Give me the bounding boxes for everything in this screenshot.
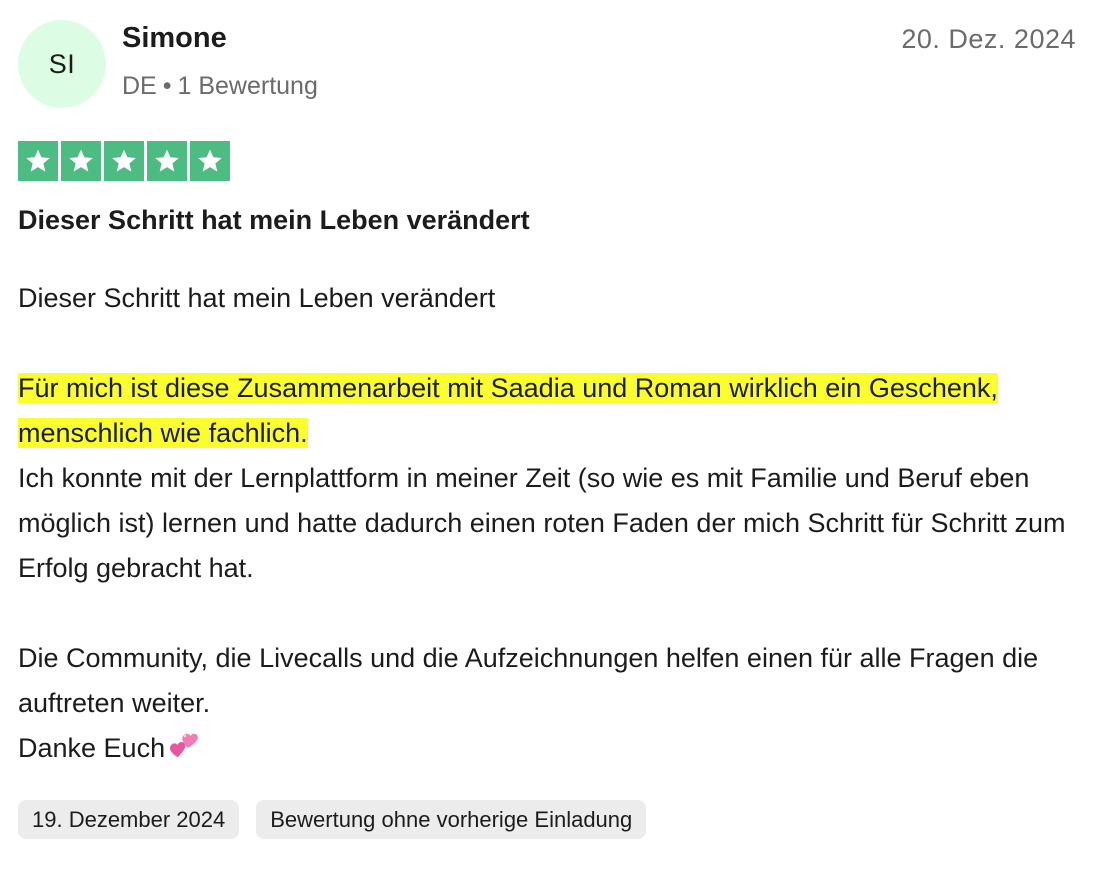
review-card: SI Simone DE • 1 Bewertung 20. Dez. 2024 D… (0, 0, 1114, 872)
avatar[interactable]: SI (18, 20, 106, 108)
star-icon (147, 141, 187, 181)
two-hearts-icon (169, 728, 199, 773)
review-paragraph-1: Ich konnte mit der Lernplattform in mein… (18, 463, 1066, 583)
meta-separator: • (162, 72, 172, 100)
review-date: 20. Dez. 2024 (901, 24, 1076, 54)
reviewer-country: DE (122, 72, 157, 100)
review-closing-line: Danke Euch (18, 726, 1088, 773)
review-intro: Dieser Schritt hat mein Leben verändert (18, 283, 496, 313)
star-rating (18, 141, 230, 181)
star-icon (18, 141, 58, 181)
star-icon (61, 141, 101, 181)
reviewer-review-count: 1 Bewertung (177, 72, 318, 100)
reviewer-name[interactable]: Simone (122, 22, 227, 55)
star-icon (104, 141, 144, 181)
review-closing: Danke Euch (18, 733, 166, 763)
review-title: Dieser Schritt hat mein Leben verändert (18, 205, 530, 235)
highlighted-text: Für mich ist diese Zusammenarbeit mit Sa… (18, 373, 998, 448)
invitation-status-tag[interactable]: Bewertung ohne vorherige Einladung (256, 800, 647, 839)
review-body: Dieser Schritt hat mein Leben verändert … (18, 276, 1088, 773)
review-highlight-paragraph: Für mich ist diese Zusammenarbeit mit Sa… (18, 366, 1088, 456)
review-paragraph-2: Die Community, die Livecalls und die Auf… (18, 643, 1039, 718)
reviewer-meta: DE • 1 Bewertung (122, 72, 318, 101)
avatar-initials: SI (48, 48, 76, 79)
star-icon (190, 141, 230, 181)
experience-date-tag: 19. Dezember 2024 (18, 800, 240, 839)
review-tags: 19. Dezember 2024 Bewertung ohne vorheri… (18, 800, 647, 839)
